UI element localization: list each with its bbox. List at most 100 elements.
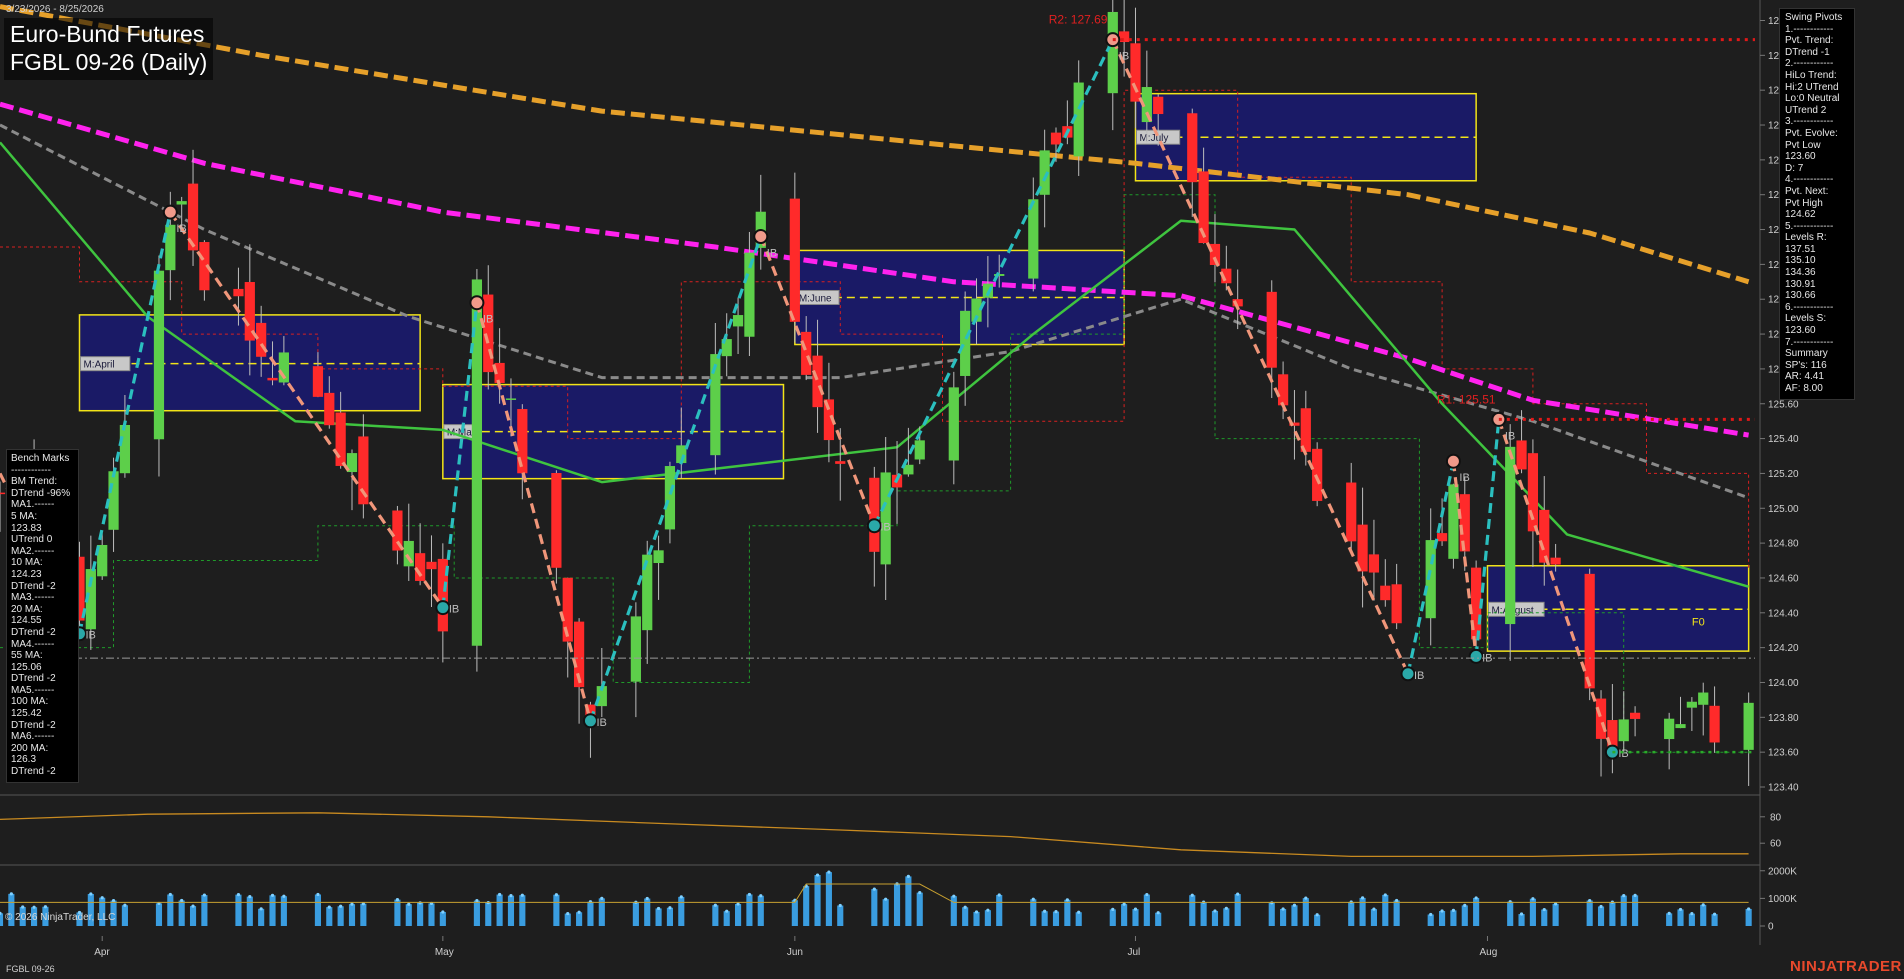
bench-panel-line: 100 MA: (11, 696, 49, 708)
swing-panel-line: Hi:2 UTrend (1785, 81, 1839, 93)
bench-panel-line: 200 MA: (11, 742, 49, 754)
volume-dot (123, 903, 127, 907)
candle-body (1675, 724, 1686, 729)
candle-body (483, 294, 494, 373)
candle-body (1050, 132, 1062, 145)
volume-dot (1519, 912, 1524, 916)
volume-dot (645, 896, 649, 901)
swing-panel-line: Levels R: (1785, 232, 1827, 244)
ma-200-line (0, 4, 1750, 285)
volume-dot (1667, 911, 1671, 915)
volume-dot (668, 906, 672, 910)
y-tick-label: 125.60 (1768, 399, 1799, 410)
volume-dot (759, 894, 763, 898)
volume-dot (554, 893, 558, 897)
candle-body (1391, 584, 1402, 624)
swing-panel-line: 137.51 (1785, 243, 1816, 255)
candle-body (108, 471, 119, 530)
candle-body (1107, 11, 1118, 94)
price-chart[interactable]: 127.80127.60127.40127.20127.00126.80126.… (0, 0, 1904, 979)
volume-dot (918, 891, 922, 895)
instrument-name: Euro-Bund Futures (10, 21, 205, 47)
volume-dot (1712, 912, 1717, 916)
candle-body (0, 492, 6, 495)
candle-body (1277, 374, 1289, 406)
y-tick-label: 124.20 (1768, 643, 1799, 654)
volume-dot (1065, 898, 1069, 902)
volume-dot (1077, 910, 1081, 914)
volume-dot (339, 904, 343, 908)
swing-panel-line: 3.------------ (1785, 116, 1834, 128)
range-box-label: M:July (1139, 133, 1168, 144)
swing-panel-line: UTrend 2 (1785, 104, 1827, 116)
volume-panel: 2000K 1000K 0 (0, 866, 1797, 933)
f0-label: F0 (1692, 616, 1705, 628)
bench-panel-line: 5 MA: (11, 510, 38, 522)
candle-body (119, 424, 131, 474)
candle-body (551, 473, 562, 568)
inside-bar-label: IB (1414, 670, 1424, 682)
candle-body (1709, 705, 1720, 743)
candle-body (233, 288, 244, 297)
date-range: 3/23/2026 - 8/25/2026 (6, 4, 104, 15)
volume-dot (1474, 896, 1478, 900)
volume-dot (1224, 906, 1228, 910)
volume-dot (1156, 911, 1160, 915)
swing-panel-line: 7.------------ (1785, 336, 1834, 348)
volume-dot (577, 910, 581, 914)
candle-body (948, 387, 959, 461)
candle-body (1629, 712, 1641, 719)
volume-dot (111, 898, 116, 903)
swing-panel-line: 135.10 (1785, 255, 1816, 267)
volume-dot (1304, 896, 1308, 900)
volume-dot (656, 906, 661, 911)
bench-panel-line: UTrend 0 (11, 534, 53, 546)
candle-body (335, 412, 346, 466)
bench-panel-line: DTrend -2 (11, 719, 56, 731)
candle-body (165, 224, 176, 271)
candle-body (176, 201, 187, 205)
symbol-footer: FGBL 09-26 (6, 964, 55, 974)
volume-dot (1145, 892, 1149, 897)
candle-body (1595, 698, 1607, 739)
volume-dot (327, 905, 331, 909)
bench-marks-panel: Bench Marks ------------ BM Trend: DTrend -… (6, 449, 79, 783)
inside-bar-label: IB (1119, 51, 1129, 63)
candle-body (1664, 718, 1675, 740)
candle-body (153, 270, 165, 440)
bench-panel-line: MA4.------ (11, 638, 55, 650)
bench-panel-line: MA2.------ (11, 545, 55, 557)
time-axis[interactable]: Apr May Jun Jul Aug (94, 936, 1497, 958)
candle-body (1346, 482, 1357, 542)
volume-dot (566, 911, 570, 916)
y-tick-label: 124.00 (1768, 678, 1799, 689)
volume-dot (270, 893, 275, 897)
swing-panel-line: 130.91 (1785, 278, 1816, 290)
bench-panel-line: 123.83 (11, 522, 42, 534)
r1-label: R1: 125.51 (1437, 392, 1496, 406)
swing-pivots-panel: Swing Pivots 1.------------ Pvt. Trend: DTr… (1779, 8, 1855, 400)
bench-panel-line: DTrend -2 (11, 673, 56, 685)
volume-dot (1190, 893, 1194, 897)
candle-body (1119, 31, 1130, 43)
candle-body (1368, 554, 1380, 573)
candle-body (1550, 557, 1561, 565)
volume-dot (520, 893, 524, 897)
volume-dot (1236, 892, 1240, 896)
candle-body (1743, 702, 1754, 750)
candle-body (1505, 446, 1516, 625)
volume-dot (884, 897, 888, 901)
volume-dot (1599, 904, 1603, 909)
candle-body (914, 440, 925, 460)
swing-panel-line: Summary (1785, 348, 1828, 360)
volume-dot (1747, 907, 1751, 911)
symbol-timeframe: FGBL 09-26 (Daily) (10, 49, 208, 75)
candle-body (1266, 291, 1277, 368)
candle-body (1584, 573, 1595, 689)
volume-dot (89, 892, 93, 896)
swing-panel-line: 4.------------ (1785, 174, 1834, 186)
volume-dot (1588, 898, 1592, 903)
y-tick-label: 124.40 (1768, 608, 1799, 619)
candle-body (960, 310, 971, 376)
candle-body (1516, 440, 1527, 470)
